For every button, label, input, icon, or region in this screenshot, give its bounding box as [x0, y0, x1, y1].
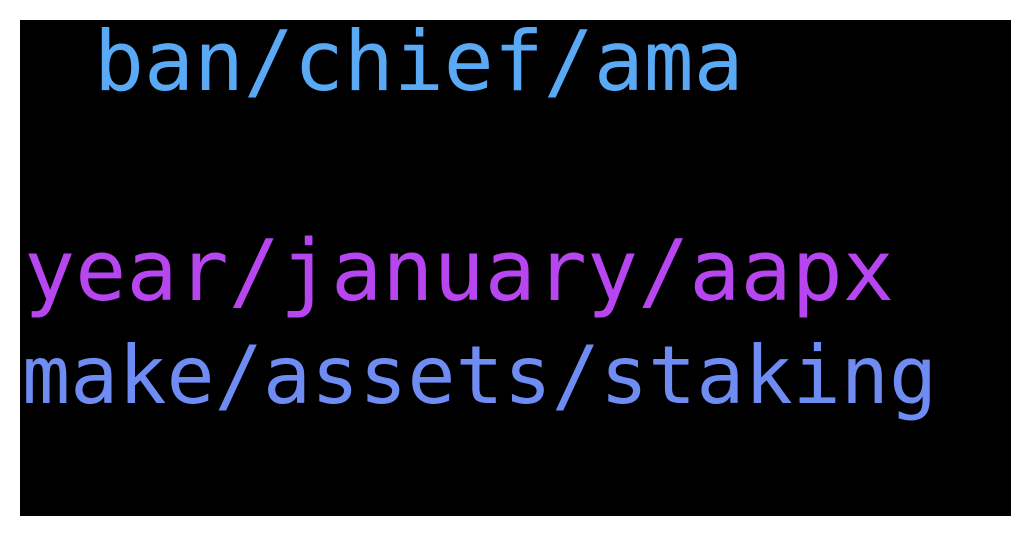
word-make-assets-staking: make/assets/staking: [22, 329, 938, 422]
word-cloud-canvas: ban/chief/ama year/january/aapx make/ass…: [20, 20, 1011, 516]
word-ban-chief-ama: ban/chief/ama: [94, 20, 744, 110]
word-year-january-aapx: year/january/aapx: [24, 222, 894, 321]
